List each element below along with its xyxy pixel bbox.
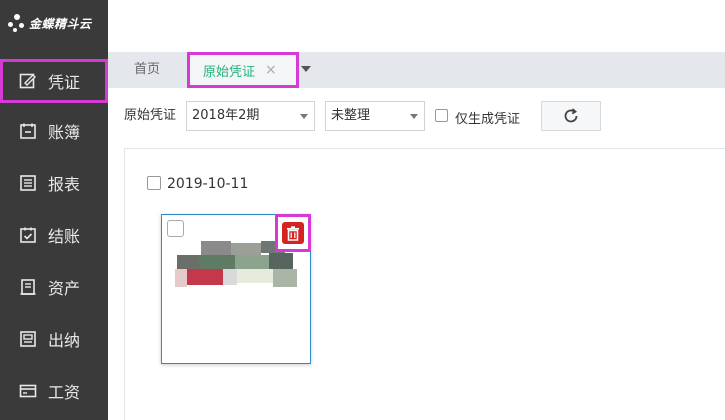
chevron-down-icon — [300, 114, 308, 119]
sidebar-item-label: 账簿 — [48, 123, 81, 142]
tab-original-voucher[interactable]: 原始凭证 × — [187, 52, 299, 88]
refresh-button[interactable] — [541, 101, 601, 131]
sidebar-item-label: 出纳 — [48, 331, 81, 350]
ledger-icon — [18, 121, 38, 141]
sidebar-item-reports[interactable]: 报表 — [0, 161, 108, 205]
assets-icon — [18, 277, 38, 297]
sidebar: 金蝶精斗云 凭证 账簿 报表 结账 资产 出纳 工资 — [0, 0, 108, 420]
card-checkbox[interactable] — [167, 220, 184, 237]
sidebar-item-cashier[interactable]: 出纳 — [0, 317, 108, 361]
close-icon[interactable]: × — [265, 62, 277, 78]
sidebar-item-voucher[interactable]: 凭证 — [0, 59, 108, 103]
date-group-label: 2019-10-11 — [167, 176, 249, 192]
sidebar-item-label: 凭证 — [48, 73, 81, 92]
delete-button[interactable] — [275, 214, 311, 252]
period-select[interactable]: 2018年2期 — [186, 101, 315, 131]
sidebar-item-label: 结账 — [48, 227, 81, 246]
logo-icon — [8, 14, 26, 32]
sidebar-item-assets[interactable]: 资产 — [0, 265, 108, 309]
sidebar-item-label: 工资 — [48, 383, 81, 402]
sidebar-item-ledger[interactable]: 账簿 — [0, 109, 108, 153]
only-generated-label: 仅生成凭证 — [455, 112, 521, 127]
refresh-icon — [564, 108, 578, 123]
filter-label: 原始凭证 — [124, 108, 177, 123]
only-generated-checkbox[interactable] — [435, 109, 448, 122]
period-select-value: 2018年2期 — [192, 108, 260, 123]
checkout-icon — [18, 225, 38, 245]
cashier-icon — [18, 329, 38, 349]
trash-icon — [282, 222, 304, 244]
app-logo[interactable]: 金蝶精斗云 — [8, 8, 104, 38]
status-select-value: 未整理 — [331, 108, 371, 123]
chevron-down-icon[interactable] — [301, 66, 311, 72]
sidebar-item-closing[interactable]: 结账 — [0, 213, 108, 257]
status-select[interactable]: 未整理 — [325, 101, 425, 131]
sidebar-item-salary[interactable]: 工资 — [0, 369, 108, 413]
tab-home[interactable]: 首页 — [124, 52, 170, 88]
tab-bar: 首页 原始凭证 × — [108, 52, 725, 88]
chevron-down-icon — [410, 114, 418, 119]
sidebar-item-label: 报表 — [48, 175, 81, 194]
report-icon — [18, 173, 38, 193]
sidebar-item-label: 资产 — [48, 279, 81, 298]
logo-text: 金蝶精斗云 — [29, 16, 92, 31]
edit-icon — [18, 71, 38, 91]
salary-icon — [18, 381, 38, 401]
date-group-checkbox[interactable] — [147, 176, 161, 190]
tab-label: 原始凭证 — [203, 64, 256, 80]
top-header — [108, 0, 725, 52]
